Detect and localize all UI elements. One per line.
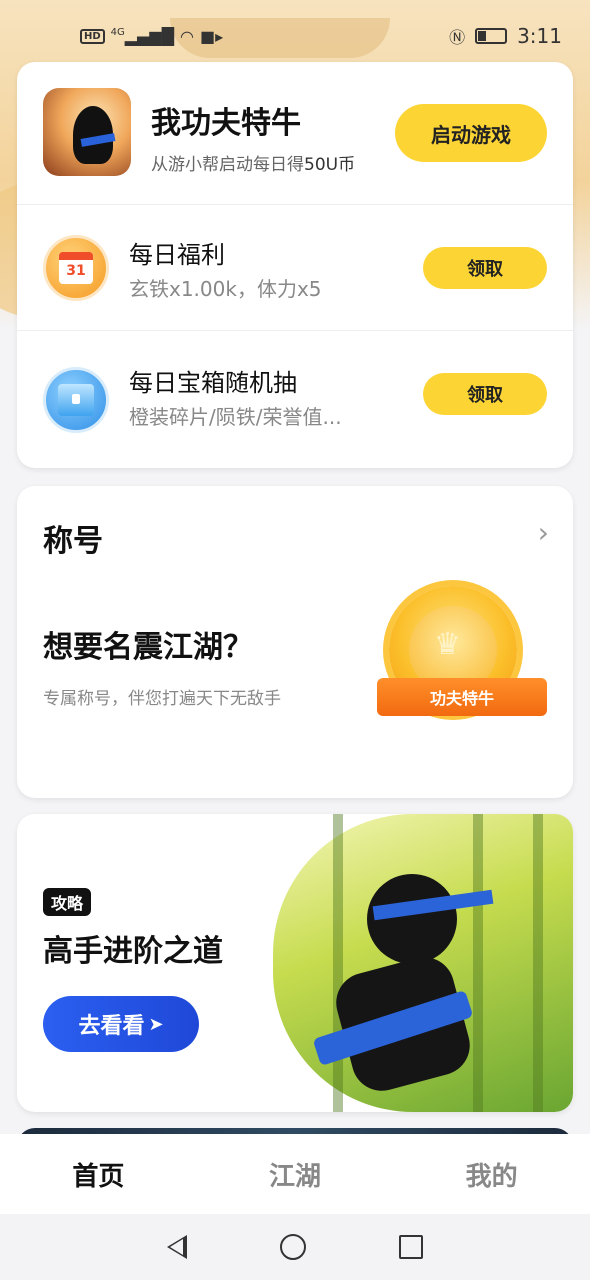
home-icon[interactable]	[279, 1234, 306, 1260]
battery-icon	[475, 28, 508, 44]
daily-welfare-title: 每日福利	[129, 241, 225, 269]
title-card[interactable]: 称号 › 想要名震江湖？ 专属称号，伴您打遍天下无敌手 ♛ 功夫特牛	[17, 486, 573, 798]
claim-welfare-button[interactable]: 领取	[423, 247, 547, 289]
wifi-icon: ◠	[180, 26, 194, 46]
guide-headline: 高手进阶之道	[43, 934, 223, 969]
launch-game-button[interactable]: 启动游戏	[395, 104, 547, 162]
section-title: 称号	[43, 524, 103, 559]
game-title: 我功夫特牛	[151, 106, 301, 141]
daily-chest-subtitle: 橙装碎片/陨铁/荣誉值...	[129, 405, 342, 429]
daily-welfare-row: 31 每日福利 玄铁x1.00k，体力x5 领取	[17, 204, 573, 330]
tab-home[interactable]: 首页	[0, 1156, 197, 1193]
nfc-icon: Ⓝ	[449, 28, 466, 47]
status-left: HD 4G▂▄▆█ ◠ ■▸	[80, 27, 223, 46]
guide-tag: 攻略	[43, 888, 92, 916]
guide-card[interactable]: 攻略 高手进阶之道 去看看 ➤	[17, 814, 573, 1112]
game-app-icon[interactable]	[43, 88, 131, 176]
clock: 3:11	[517, 24, 562, 48]
badge-ribbon: 功夫特牛	[377, 678, 547, 716]
title-badge: ♛ 功夫特牛	[377, 582, 547, 732]
daily-welfare-subtitle: 玄铁x1.00k，体力x5	[129, 277, 322, 301]
game-row: 我功夫特牛 从游小帮启动每日得50U币 启动游戏	[17, 62, 573, 204]
system-nav-bar	[0, 1214, 590, 1280]
game-card: 我功夫特牛 从游小帮启动每日得50U币 启动游戏 31 每日福利 玄铁x1.00…	[17, 62, 573, 468]
daily-chest-row: 每日宝箱随机抽 橙装碎片/陨铁/荣誉值... 领取	[17, 330, 573, 468]
claim-chest-button[interactable]: 领取	[423, 373, 547, 415]
chevron-right-icon[interactable]: ›	[538, 516, 549, 549]
ninja-illustration	[273, 814, 573, 1112]
treasure-box-icon	[43, 367, 109, 433]
bottom-tab-bar: 首页 江湖 我的	[0, 1134, 590, 1214]
status-right: Ⓝ 3:11	[449, 24, 562, 48]
recent-apps-icon[interactable]	[399, 1235, 424, 1259]
crown-icon: ♛	[434, 627, 461, 662]
game-subtitle: 从游小帮启动每日得50U币	[151, 155, 356, 175]
back-icon[interactable]	[166, 1235, 187, 1259]
video-icon: ■▸	[199, 26, 224, 46]
arrow-right-icon: ➤	[148, 1013, 164, 1035]
signal-4g-icon: 4G▂▄▆█	[110, 26, 175, 46]
tab-jianghu[interactable]: 江湖	[197, 1156, 394, 1193]
tab-mine[interactable]: 我的	[393, 1156, 590, 1193]
daily-chest-title: 每日宝箱随机抽	[129, 369, 297, 397]
hd-icon: HD	[80, 28, 105, 44]
calendar-icon: 31	[43, 235, 109, 301]
reward-amount: 50U币	[304, 155, 356, 175]
title-description: 专属称号，伴您打遍天下无敌手	[43, 689, 281, 709]
title-headline: 想要名震江湖？	[43, 630, 253, 665]
go-see-button[interactable]: 去看看 ➤	[43, 996, 199, 1052]
